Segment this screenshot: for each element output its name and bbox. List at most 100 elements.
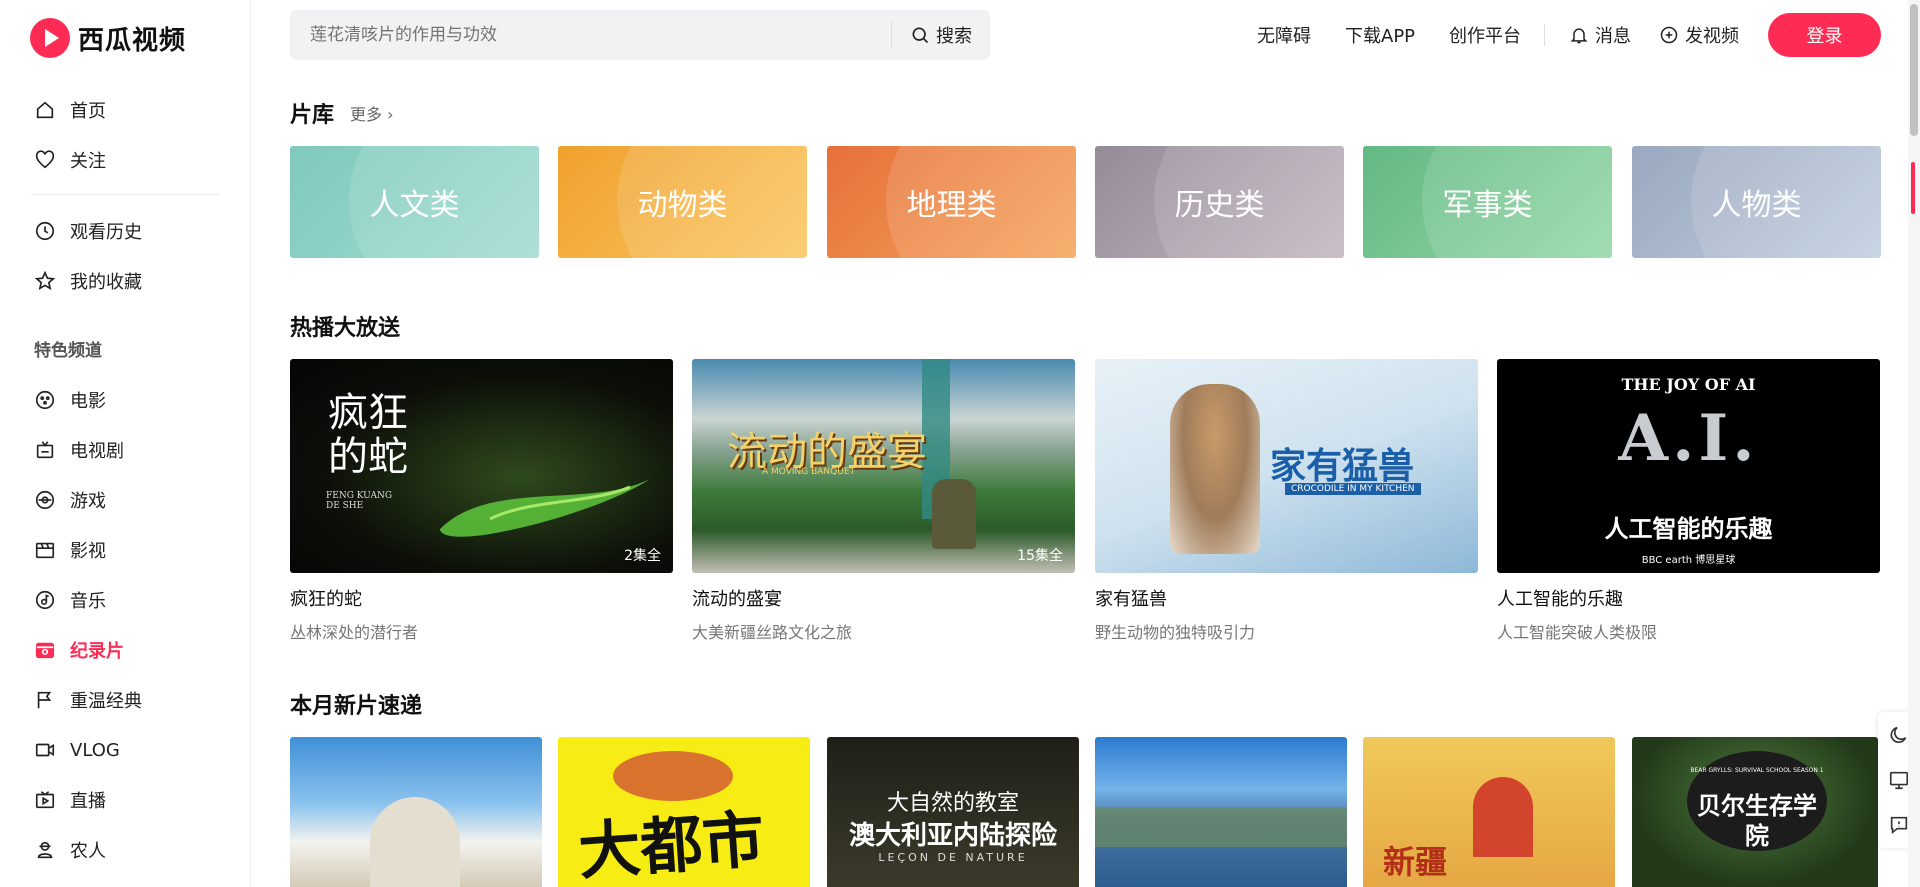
- video-thumbnail[interactable]: 新疆: [1363, 737, 1615, 887]
- login-button[interactable]: 登录: [1768, 13, 1881, 57]
- clapper-icon: [35, 542, 55, 559]
- music-icon: [35, 590, 55, 610]
- header-divider: [1544, 24, 1545, 46]
- feedback-icon[interactable]: [1888, 814, 1910, 836]
- logo[interactable]: 西瓜视频: [30, 18, 186, 58]
- video-thumbnail: THE JOY OF AI A.I. 人工智能的乐趣 BBC earth 博思星…: [1497, 359, 1880, 573]
- farmer-icon: [37, 841, 53, 859]
- episode-badge: 15集全: [1017, 548, 1063, 564]
- logo-text: 西瓜视频: [78, 25, 187, 56]
- video-card[interactable]: 家有猛兽 CROCODILE IN MY KITCHEN 家有猛兽 野生动物的独…: [1095, 359, 1478, 643]
- sidebar-item-film-tv[interactable]: 影视: [34, 535, 106, 565]
- category-card-history[interactable]: 历史类: [1095, 146, 1344, 258]
- sidebar-item-label: 关注: [70, 151, 106, 172]
- category-card-animals[interactable]: 动物类: [558, 146, 807, 258]
- video-card[interactable]: 流动的盛宴 A MOVING BANQUET 15集全 流动的盛宴 大美新疆丝路…: [692, 359, 1075, 643]
- sidebar-item-label: 重温经典: [70, 691, 142, 712]
- accessibility-link[interactable]: 无障碍: [1257, 22, 1311, 48]
- search-bar: 搜索: [290, 10, 990, 60]
- video-thumbnail[interactable]: 大都市: [558, 737, 810, 887]
- sidebar-item-label: VLOG: [70, 739, 120, 761]
- sidebar-item-label: 观看历史: [70, 222, 142, 243]
- search-icon: [912, 27, 929, 44]
- sidebar-item-music[interactable]: 音乐: [34, 585, 106, 615]
- sidebar-item-label: 电影: [70, 391, 106, 412]
- category-card-military[interactable]: 军事类: [1363, 146, 1612, 258]
- documentary-icon: [35, 642, 55, 659]
- category-label: 历史类: [1174, 188, 1265, 223]
- tv-icon: [36, 441, 54, 459]
- video-card[interactable]: 疯狂的蛇 FENG KUANG DE SHE 2集全 疯狂的蛇 丛林深处的潜行者: [290, 359, 673, 643]
- video-subtitle: 野生动物的独特吸引力: [1095, 623, 1256, 642]
- search-button[interactable]: 搜索: [892, 22, 990, 48]
- messages-button[interactable]: 消息: [1569, 22, 1631, 48]
- sidebar-item-label: 电视剧: [70, 441, 124, 462]
- sidebar-item-documentary[interactable]: 纪录片: [34, 635, 124, 665]
- video-subtitle: 大美新疆丝路文化之旅: [692, 623, 853, 642]
- sidebar-item-home[interactable]: 首页: [34, 95, 106, 125]
- search-button-label: 搜索: [936, 26, 972, 47]
- download-app-link[interactable]: 下载APP: [1345, 22, 1415, 48]
- sidebar-item-farmer[interactable]: 农人: [34, 835, 106, 865]
- category-label: 人物类: [1711, 188, 1802, 223]
- poster-big-text: A.I.: [1618, 401, 1759, 476]
- sidebar-section-title: 特色频道: [34, 341, 102, 361]
- video-thumbnail: 流动的盛宴 A MOVING BANQUET 15集全: [692, 359, 1075, 573]
- building-shape: [1473, 777, 1533, 857]
- sidebar-item-follow[interactable]: 关注: [34, 145, 106, 175]
- sidebar-item-live[interactable]: 直播: [34, 785, 106, 815]
- messages-label: 消息: [1595, 26, 1631, 47]
- poster-subtitle: LEÇON DE NATURE: [878, 851, 1028, 864]
- sidebar-item-label: 影视: [70, 541, 106, 562]
- sidebar-item-tv-series[interactable]: 电视剧: [34, 435, 124, 465]
- video-title[interactable]: 流动的盛宴: [692, 585, 1075, 611]
- sidebar-item-label: 游戏: [70, 491, 106, 512]
- sidebar-divider: [30, 194, 220, 195]
- sidebar-item-label: 直播: [70, 791, 106, 812]
- search-input[interactable]: [290, 10, 891, 60]
- category-card-geography[interactable]: 地理类: [827, 146, 1076, 258]
- library-title: 片库: [290, 103, 335, 128]
- creator-platform-link[interactable]: 创作平台: [1449, 22, 1521, 48]
- sidebar-item-vlog[interactable]: VLOG: [34, 735, 120, 765]
- video-title[interactable]: 家有猛兽: [1095, 585, 1478, 611]
- app-root: 西瓜视频 首页 关注 观看历史 我的收藏 特色频道 电影 电视剧 游戏 影视 音…: [0, 0, 1920, 887]
- poster-title: 人工智能的乐趣: [1604, 515, 1773, 543]
- upload-video-button[interactable]: 发视频: [1659, 22, 1739, 48]
- moon-icon[interactable]: [1888, 724, 1910, 746]
- film-reel-icon: [35, 390, 55, 410]
- video-subtitle: 丛林深处的潜行者: [290, 623, 419, 642]
- video-thumbnail: 疯狂的蛇 FENG KUANG DE SHE 2集全: [290, 359, 673, 573]
- sidebar-item-games[interactable]: 游戏: [34, 485, 106, 515]
- video-card[interactable]: THE JOY OF AI A.I. 人工智能的乐趣 BBC earth 博思星…: [1497, 359, 1880, 643]
- poster-subtitle: BEAR GRYLLS: SURVIVAL SCHOOL SEASON 1: [1690, 767, 1824, 774]
- video-thumbnail[interactable]: [1095, 737, 1347, 887]
- plus-circle-icon: [1660, 26, 1678, 44]
- video-thumbnail[interactable]: BEAR GRYLLS: SURVIVAL SCHOOL SEASON 1 贝尔…: [1632, 737, 1878, 887]
- poster-subtitle: THE JOY OF AI: [1621, 375, 1756, 394]
- category-card-humanities[interactable]: 人文类: [290, 146, 539, 258]
- sidebar-item-history[interactable]: 观看历史: [34, 216, 142, 246]
- bell-icon: [1570, 28, 1588, 44]
- video-title[interactable]: 人工智能的乐趣: [1497, 585, 1880, 611]
- video-thumbnail[interactable]: [290, 737, 542, 887]
- more-link[interactable]: 更多 ›: [350, 101, 394, 125]
- clock-icon: [35, 221, 55, 241]
- video-subtitle: 人工智能突破人类极限: [1497, 623, 1658, 642]
- video-title[interactable]: 疯狂的蛇: [290, 585, 673, 611]
- scrollbar-thumb[interactable]: [1910, 4, 1918, 136]
- sidebar-item-label: 音乐: [70, 591, 106, 612]
- scroll-indicator: [1911, 162, 1915, 214]
- screen-icon[interactable]: [1888, 769, 1910, 791]
- sidebar-item-movie[interactable]: 电影: [34, 385, 106, 415]
- episode-badge: 2集全: [624, 548, 661, 564]
- video-thumbnail[interactable]: 大自然的教室 澳大利亚内陆探险 LEÇON DE NATURE: [827, 737, 1079, 887]
- logo-icon: [30, 18, 70, 58]
- category-card-people[interactable]: 人物类: [1632, 146, 1881, 258]
- scrollbar[interactable]: [1908, 0, 1920, 887]
- poster-title: 疯狂的蛇: [328, 390, 408, 480]
- sidebar-item-classics[interactable]: 重温经典: [34, 685, 142, 715]
- sidebar-item-favorites[interactable]: 我的收藏: [34, 266, 142, 296]
- category-label: 军事类: [1442, 188, 1533, 223]
- sidebar-item-label: 我的收藏: [70, 272, 142, 293]
